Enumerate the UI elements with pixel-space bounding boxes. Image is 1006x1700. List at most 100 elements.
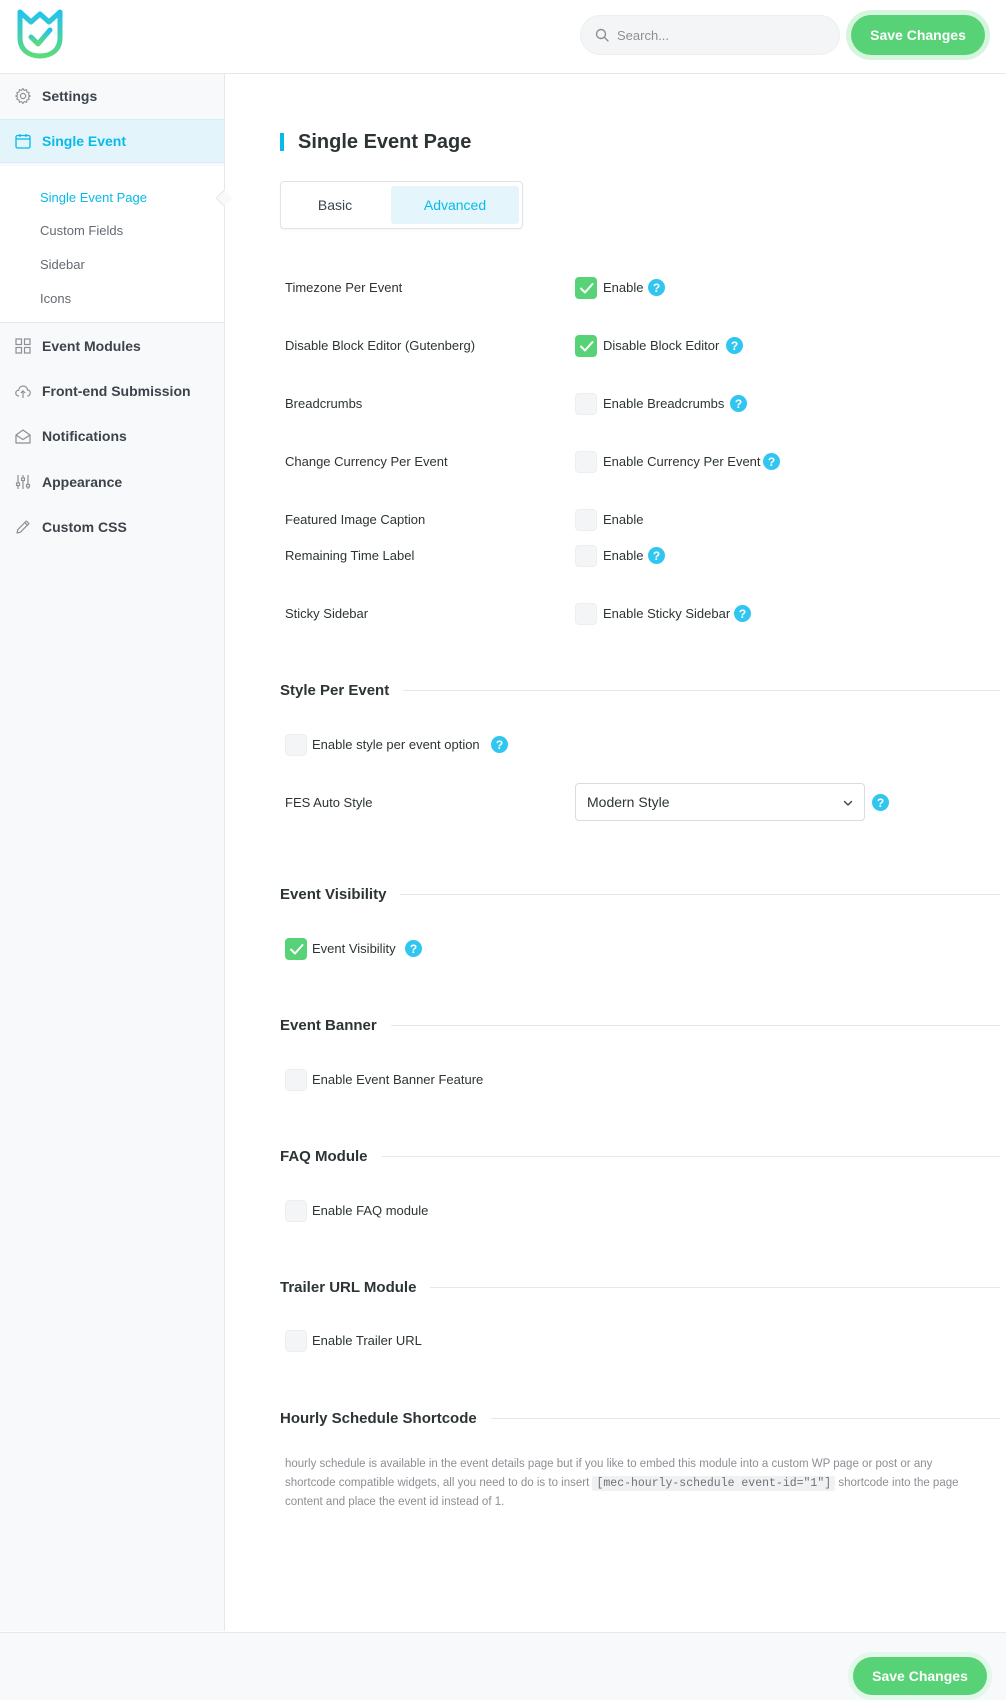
style-per-event-checkbox[interactable] [285,734,307,756]
sidebar-item-appearance[interactable]: Appearance [0,460,224,504]
setting-label-remaining-time: Remaining Time Label [285,548,415,563]
check-icon [580,283,594,294]
hourly-schedule-description: hourly schedule is available in the even… [285,1455,985,1512]
section-faq-module: FAQ Module [280,1148,1000,1165]
section-title: Trailer URL Module [280,1279,417,1296]
sidebar-item-notifications[interactable]: Notifications [0,414,224,458]
cloud-upload-icon [15,385,31,398]
search-input[interactable] [617,27,817,43]
currency-checkbox-label: Enable Currency Per Event [603,454,761,469]
search-box[interactable] [580,15,840,55]
sidebar-item-label: Custom CSS [42,519,127,535]
sticky-sidebar-checkbox-label: Enable Sticky Sidebar [603,606,731,621]
sidebar-item-label: Front-end Submission [42,383,191,399]
trailer-url-checkbox[interactable] [285,1330,307,1352]
section-hourly-schedule: Hourly Schedule Shortcode [280,1410,1000,1427]
sliders-icon [15,475,31,489]
setting-label-block-editor: Disable Block Editor (Gutenberg) [285,338,476,353]
section-event-visibility: Event Visibility [280,886,1000,903]
sidebar-item-front-end-submission[interactable]: Front-end Submission [0,369,224,413]
main-content: Single Event Page Basic Advanced Timezon… [226,75,1006,1631]
save-changes-button-bottom[interactable]: Save Changes [853,1657,987,1695]
help-icon[interactable]: ? [872,794,889,811]
sidebar-subitem-custom-fields[interactable]: Custom Fields [40,223,123,238]
trailer-url-checkbox-label: Enable Trailer URL [312,1333,422,1348]
featured-image-caption-checkbox[interactable] [575,509,597,531]
sidebar: Settings Single Event Single Event Page … [0,74,233,1631]
event-banner-checkbox[interactable] [285,1069,307,1091]
pencil-icon [16,520,30,534]
setting-label-timezone: Timezone Per Event [285,280,403,295]
help-icon[interactable]: ? [648,547,665,564]
save-changes-button[interactable]: Save Changes [851,15,985,55]
section-title: Event Banner [280,1017,377,1034]
timezone-checkbox[interactable] [575,277,597,299]
section-title: Event Visibility [280,886,387,903]
divider [400,894,1000,895]
help-icon[interactable]: ? [730,395,747,412]
select-value: Modern Style [587,794,670,810]
check-icon [290,944,304,955]
sidebar-submenu: Single Event Page Custom Fields Sidebar … [0,166,233,323]
sidebar-item-event-modules[interactable]: Event Modules [0,324,224,368]
divider [381,1156,1000,1157]
section-style-per-event: Style Per Event [280,682,1000,699]
featured-image-caption-checkbox-label: Enable [603,512,644,527]
breadcrumbs-checkbox[interactable] [575,393,597,415]
faq-checkbox-label: Enable FAQ module [312,1203,429,1218]
sidebar-item-label: Appearance [42,474,123,490]
style-per-event-checkbox-label: Enable style per event option [312,737,480,752]
section-title: Style Per Event [280,682,390,699]
gear-icon [15,87,31,105]
help-icon[interactable]: ? [734,605,751,622]
timezone-checkbox-label: Enable [603,280,644,295]
sidebar-subitem-icons[interactable]: Icons [40,291,71,306]
breadcrumbs-checkbox-label: Enable Breadcrumbs [603,396,725,411]
block-editor-checkbox[interactable] [575,335,597,357]
sidebar-subitem-sidebar[interactable]: Sidebar [40,257,85,272]
help-icon[interactable]: ? [648,279,665,296]
envelope-icon [15,429,31,444]
sidebar-item-label: Single Event [42,133,127,149]
tab-advanced[interactable]: Advanced [391,186,519,224]
remaining-time-checkbox[interactable] [575,545,597,567]
section-trailer-url-module: Trailer URL Module [280,1279,1000,1296]
top-header: Save Changes [0,0,1006,74]
sidebar-item-single-event[interactable]: Single Event [0,119,224,163]
check-icon [580,341,594,352]
faq-checkbox[interactable] [285,1200,307,1222]
fes-auto-style-select[interactable]: Modern Style [575,783,865,821]
help-icon[interactable]: ? [726,337,743,354]
page-title: Single Event Page [280,132,471,152]
sidebar-item-label: Settings [42,88,98,104]
divider [490,1418,1000,1419]
block-editor-checkbox-label: Disable Block Editor [603,338,720,353]
setting-label-featured-image-caption: Featured Image Caption [285,512,426,527]
sidebar-item-custom-css[interactable]: Custom CSS [0,505,224,549]
event-visibility-checkbox-label: Event Visibility [312,941,396,956]
grid-icon [15,338,31,354]
help-icon[interactable]: ? [763,453,780,470]
section-event-banner: Event Banner [280,1017,1000,1034]
remaining-time-checkbox-label: Enable [603,548,644,563]
help-icon[interactable]: ? [405,940,422,957]
sidebar-subitem-single-event-page[interactable]: Single Event Page [40,190,147,205]
help-icon[interactable]: ? [491,736,508,753]
divider [403,690,1000,691]
tab-bar: Basic Advanced [280,181,523,229]
event-banner-checkbox-label: Enable Event Banner Feature [312,1072,484,1087]
sidebar-item-settings[interactable]: Settings [0,74,224,118]
sticky-sidebar-checkbox[interactable] [575,603,597,625]
sidebar-item-label: Event Modules [42,338,141,354]
section-title: FAQ Module [280,1148,368,1165]
shortcode: [mec-hourly-schedule event-id="1"] [592,1476,836,1491]
setting-label-fes-auto-style: FES Auto Style [285,795,373,810]
currency-checkbox[interactable] [575,451,597,473]
tab-basic[interactable]: Basic [285,186,385,224]
chevron-down-icon [843,800,853,806]
sidebar-item-label: Notifications [42,428,127,444]
divider [390,1025,1000,1026]
event-visibility-checkbox[interactable] [285,938,307,960]
setting-label-currency: Change Currency Per Event [285,454,448,469]
divider [430,1287,1000,1288]
